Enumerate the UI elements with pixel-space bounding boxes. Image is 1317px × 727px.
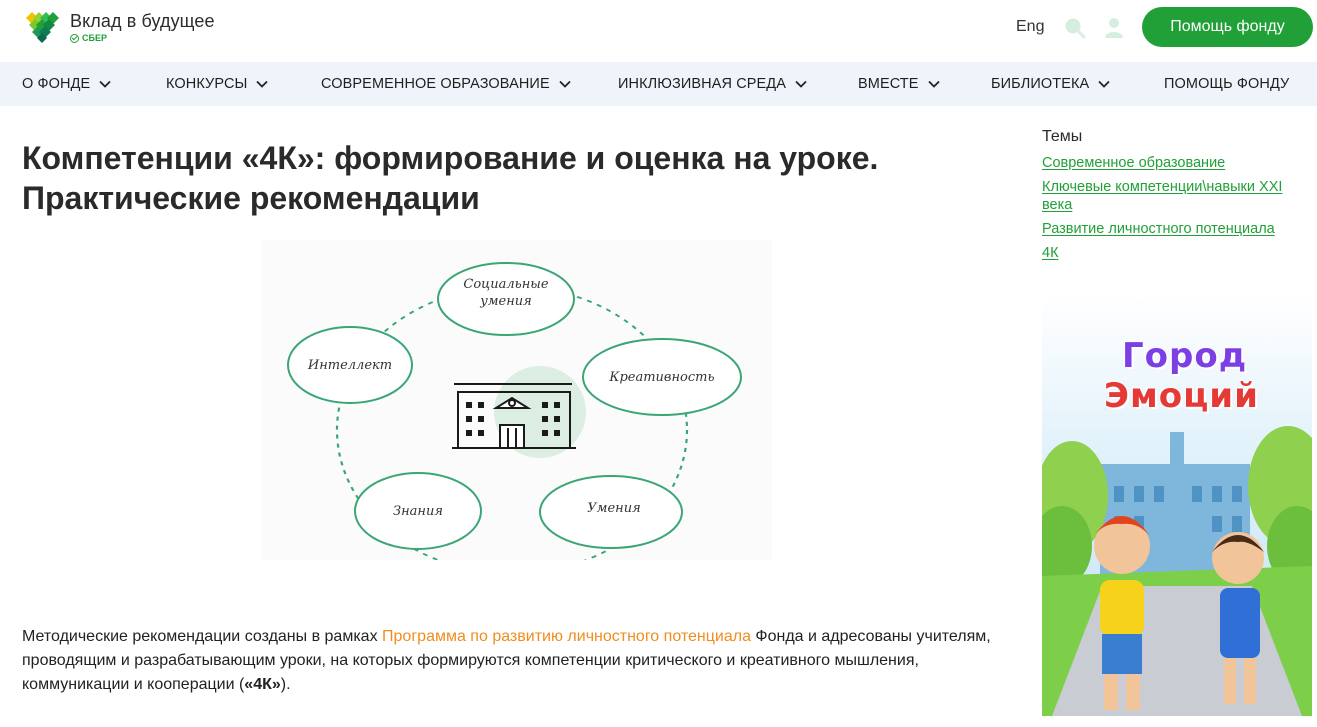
topic-link[interactable]: Развитие личностного потенциала [1042, 220, 1302, 238]
chevron-down-icon [927, 80, 940, 88]
nav-item-together[interactable]: Вместе [858, 62, 940, 106]
logo-title: Вклад в будущее [70, 11, 215, 31]
nav-item-modern-education[interactable]: Современное образование [321, 62, 571, 106]
sber-check-icon [70, 33, 79, 43]
page-title-line-1: Компетенции «4К»: формирование и оценка … [22, 140, 879, 176]
nav-item-contests[interactable]: Конкурсы [166, 62, 269, 106]
topic-link[interactable]: Ключевые компетенции\навыки XXI века [1042, 178, 1302, 214]
nav-item-about[interactable]: О фонде [22, 62, 111, 106]
chevron-down-icon [559, 80, 571, 88]
nav-item-label: Конкурсы [166, 76, 248, 92]
para-bold-4k: «4К» [244, 676, 281, 693]
chevron-down-icon [1098, 80, 1110, 88]
intro-paragraph: Методические рекомендации созданы в рамк… [22, 625, 1012, 697]
topic-link[interactable]: 4К [1042, 244, 1302, 262]
para-text-start: Методические рекомендации созданы в рамк… [22, 628, 383, 645]
topics-panel: Темы Современное образование Ключевые ко… [1042, 128, 1302, 268]
sber-label: СБЕР [70, 33, 215, 43]
program-link[interactable]: Программа по развитию личностного потенц… [382, 628, 751, 645]
logo[interactable]: Вклад в будущее СБЕР [22, 10, 215, 46]
nav-item-help[interactable]: Помощь фонду [1164, 62, 1289, 106]
language-switch[interactable]: Eng [1016, 18, 1044, 36]
page-title-line-2: Практические рекомендации [22, 180, 480, 216]
diagram-node-creativity: Креативность [582, 338, 742, 416]
site-header: Вклад в будущее СБЕР Eng Помощь фонду [0, 0, 1317, 62]
nav-item-label: Инклюзивная среда [618, 76, 787, 92]
nav-item-label: Помощь фонду [1164, 76, 1290, 92]
chevron-down-icon [99, 80, 111, 88]
nav-item-label: Современное образование [321, 76, 550, 92]
competencies-diagram: Социальные умения Креативность Умения Зна… [262, 240, 772, 560]
nav-item-label: О фонде [22, 76, 91, 92]
diagram-node-skills: Умения [539, 475, 683, 549]
logo-mark-icon [26, 12, 59, 43]
diagram-node-social: Социальные умения [437, 262, 575, 336]
topic-link[interactable]: Современное образование [1042, 154, 1302, 172]
diagram-node-intellect: Интеллект [287, 326, 413, 404]
user-icon[interactable] [1103, 16, 1125, 40]
promo-banner[interactable]: Город Эмоций [1042, 296, 1312, 716]
topics-title: Темы [1042, 128, 1083, 145]
page-title: Компетенции «4К»: формирование и оценка … [22, 138, 982, 218]
diagram-node-intellect-label: Интеллект [307, 358, 392, 373]
search-icon[interactable] [1064, 17, 1086, 39]
banner-title-line-1: Город [1122, 336, 1248, 376]
nav-item-label: Вместе [858, 76, 919, 92]
diagram-node-knowledge-label: Знания [393, 504, 443, 519]
nav-item-library[interactable]: Библиотека [991, 62, 1110, 106]
nav-item-inclusive[interactable]: Инклюзивная среда [618, 62, 807, 106]
sber-text: СБЕР [82, 33, 107, 43]
chevron-down-icon [256, 80, 269, 88]
main-nav: О фонде Конкурсы Современное образование… [0, 62, 1317, 106]
diagram-node-knowledge: Знания [354, 472, 482, 550]
diagram-node-skills-label: Умения [587, 501, 640, 516]
para-text-end: ). [280, 676, 291, 693]
chevron-down-icon [795, 80, 807, 88]
banner-title-line-2: Эмоций [1104, 376, 1259, 416]
help-fund-button[interactable]: Помощь фонду [1142, 7, 1313, 47]
nav-item-label: Библиотека [991, 76, 1090, 92]
diagram-node-creativity-label: Креативность [608, 370, 714, 385]
